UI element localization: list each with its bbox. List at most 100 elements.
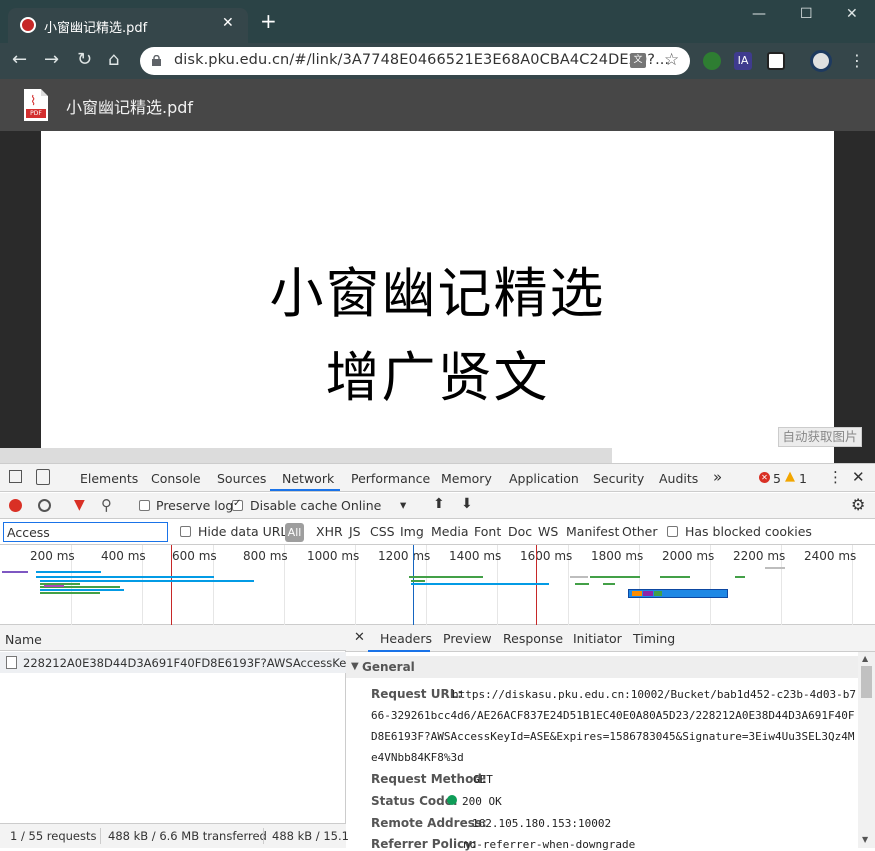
tab-response[interactable]: Response [503, 631, 563, 646]
tab-headers[interactable]: Headers [380, 631, 432, 646]
filter-type-other[interactable]: Other [622, 524, 658, 539]
tab-timing[interactable]: Timing [633, 631, 675, 646]
tab-sources[interactable]: Sources [217, 471, 266, 486]
browser-toolbar: ← → ↻ ⌂ disk.pku.edu.cn/#/link/3A7748E04… [0, 43, 875, 118]
chevron-down-icon[interactable]: ▾ [400, 497, 406, 512]
device-toolbar-icon[interactable] [36, 469, 50, 485]
browser-tab[interactable]: 小窗幽记精选.pdf ✕ [8, 8, 248, 43]
preserve-log-label: Preserve log [156, 498, 234, 513]
translate-icon[interactable]: 文 [630, 53, 646, 68]
profile-avatar[interactable] [810, 50, 832, 72]
tab-console[interactable]: Console [151, 471, 201, 486]
tab-network[interactable]: Network [282, 471, 334, 486]
scrollbar-thumb[interactable] [861, 666, 872, 698]
throttle-select[interactable]: Online [341, 498, 381, 513]
bookmark-star-icon[interactable]: ☆ [664, 50, 679, 70]
filter-type-js[interactable]: JS [349, 524, 361, 539]
request-list: Name 228212A0E38D44D3A691F40FD8E6193F?AW… [0, 625, 375, 848]
waterfall-bar [603, 583, 615, 585]
filter-type-doc[interactable]: Doc [508, 524, 532, 539]
extension-icon[interactable] [767, 52, 785, 70]
hide-data-urls-label: Hide data URLs [198, 524, 294, 539]
search-icon[interactable]: ⚲ [101, 496, 112, 514]
waterfall-bar [590, 576, 640, 578]
tab-performance[interactable]: Performance [351, 471, 430, 486]
address-bar[interactable]: disk.pku.edu.cn/#/link/3A7748E0466521E3E… [140, 47, 690, 75]
request-name[interactable]: 228212A0E38D44D3A691F40FD8E6193F?AWSAcce… [23, 656, 375, 670]
filter-input[interactable]: Access [3, 522, 168, 542]
back-arrow-icon[interactable]: ← [12, 51, 27, 69]
devtools-close-icon[interactable]: ✕ [852, 468, 865, 486]
browser-menu-icon[interactable]: ⋮ [849, 52, 865, 70]
devtools-menu-icon[interactable]: ⋮ [828, 468, 843, 486]
request-url-line: 66-329261bcc4d6/AE26ACF837E24D51B1EC40E0… [371, 709, 855, 722]
blocked-cookies-checkbox[interactable] [667, 526, 678, 537]
error-icon: ✕ [759, 472, 770, 483]
status-code-label: Status Code: [371, 794, 458, 808]
network-timeline[interactable]: 200 ms 400 ms 600 ms 800 ms 1000 ms 1200… [0, 545, 875, 625]
filter-type-media[interactable]: Media [431, 524, 469, 539]
resources-size: 488 kB / 15.1 [272, 829, 349, 843]
disable-cache-checkbox[interactable] [232, 498, 243, 511]
general-section-title: General [362, 660, 415, 674]
filter-type-all[interactable]: All [285, 523, 304, 542]
filter-type-img[interactable]: Img [400, 524, 424, 539]
waterfall-bar [570, 576, 588, 578]
filter-type-css[interactable]: CSS [370, 524, 395, 539]
blocked-cookies-label: Has blocked cookies [685, 524, 812, 539]
ia-extension-icon[interactable]: IA [734, 52, 752, 70]
details-tabbar: ✕ Headers Preview Response Initiator Tim… [346, 625, 875, 652]
filter-type-ws[interactable]: WS [538, 524, 558, 539]
scroll-up-icon[interactable]: ▲ [862, 654, 868, 663]
general-section-header[interactable]: ▼ General [346, 656, 858, 678]
export-har-icon[interactable]: ⬇ [461, 496, 473, 512]
forward-arrow-icon[interactable]: → [44, 51, 59, 69]
name-column-header[interactable]: Name [0, 625, 346, 651]
auto-fetch-images-button[interactable]: 自动获取图片 [778, 427, 862, 447]
home-icon[interactable]: ⌂ [108, 51, 119, 69]
warning-icon: ▲ [785, 469, 795, 484]
close-details-icon[interactable]: ✕ [354, 630, 365, 645]
url-text[interactable]: disk.pku.edu.cn/#/link/3A7748E0466521E3E… [174, 52, 669, 68]
tab-initiator[interactable]: Initiator [573, 631, 622, 646]
acrobat-glyph-icon: ⌇ [30, 94, 37, 109]
maximize-button[interactable]: ☐ [800, 6, 813, 22]
timeline-tick-label: 1800 ms [591, 549, 644, 563]
details-scrollbar[interactable]: ▲ ▼ [858, 652, 875, 848]
new-tab-button[interactable]: + [260, 11, 277, 31]
clear-icon[interactable] [38, 499, 51, 512]
waterfall-bar [411, 580, 425, 582]
error-count[interactable]: 5 [773, 471, 781, 486]
reload-icon[interactable]: ↻ [77, 51, 92, 69]
filter-icon[interactable]: ▼ [74, 497, 85, 513]
tab-preview[interactable]: Preview [443, 631, 492, 646]
warning-count[interactable]: 1 [799, 471, 807, 486]
minimize-button[interactable]: — [752, 6, 766, 22]
timeline-tick-label: 2400 ms [804, 549, 857, 563]
hide-data-urls-checkbox[interactable] [180, 526, 191, 537]
filter-type-font[interactable]: Font [474, 524, 501, 539]
record-icon[interactable] [9, 499, 22, 512]
import-har-icon[interactable]: ⬆ [433, 496, 445, 512]
tab-close-icon[interactable]: ✕ [222, 15, 234, 31]
tab-elements[interactable]: Elements [80, 471, 138, 486]
waterfall-bar [44, 585, 64, 587]
tab-memory[interactable]: Memory [441, 471, 492, 486]
preserve-log-checkbox[interactable] [139, 500, 150, 511]
tab-security[interactable]: Security [593, 471, 644, 486]
timeline-tick-label: 1000 ms [307, 549, 360, 563]
scroll-down-icon[interactable]: ▼ [862, 835, 868, 844]
disable-cache-label: Disable cache [250, 498, 338, 513]
evernote-extension-icon[interactable] [703, 52, 721, 70]
table-row[interactable]: 228212A0E38D44D3A691F40FD8E6193F?AWSAcce… [0, 652, 375, 673]
filter-type-manifest[interactable]: Manifest [566, 524, 619, 539]
tab-audits[interactable]: Audits [659, 471, 698, 486]
tab-application[interactable]: Application [509, 471, 579, 486]
settings-gear-icon[interactable]: ⚙ [851, 495, 865, 514]
inspect-element-icon[interactable] [9, 470, 22, 483]
waterfall-bar [409, 576, 483, 578]
close-window-button[interactable]: ✕ [846, 6, 858, 22]
more-tabs-icon[interactable]: » [713, 468, 722, 486]
filter-type-xhr[interactable]: XHR [316, 524, 343, 539]
horizontal-scrollbar[interactable] [0, 448, 612, 463]
